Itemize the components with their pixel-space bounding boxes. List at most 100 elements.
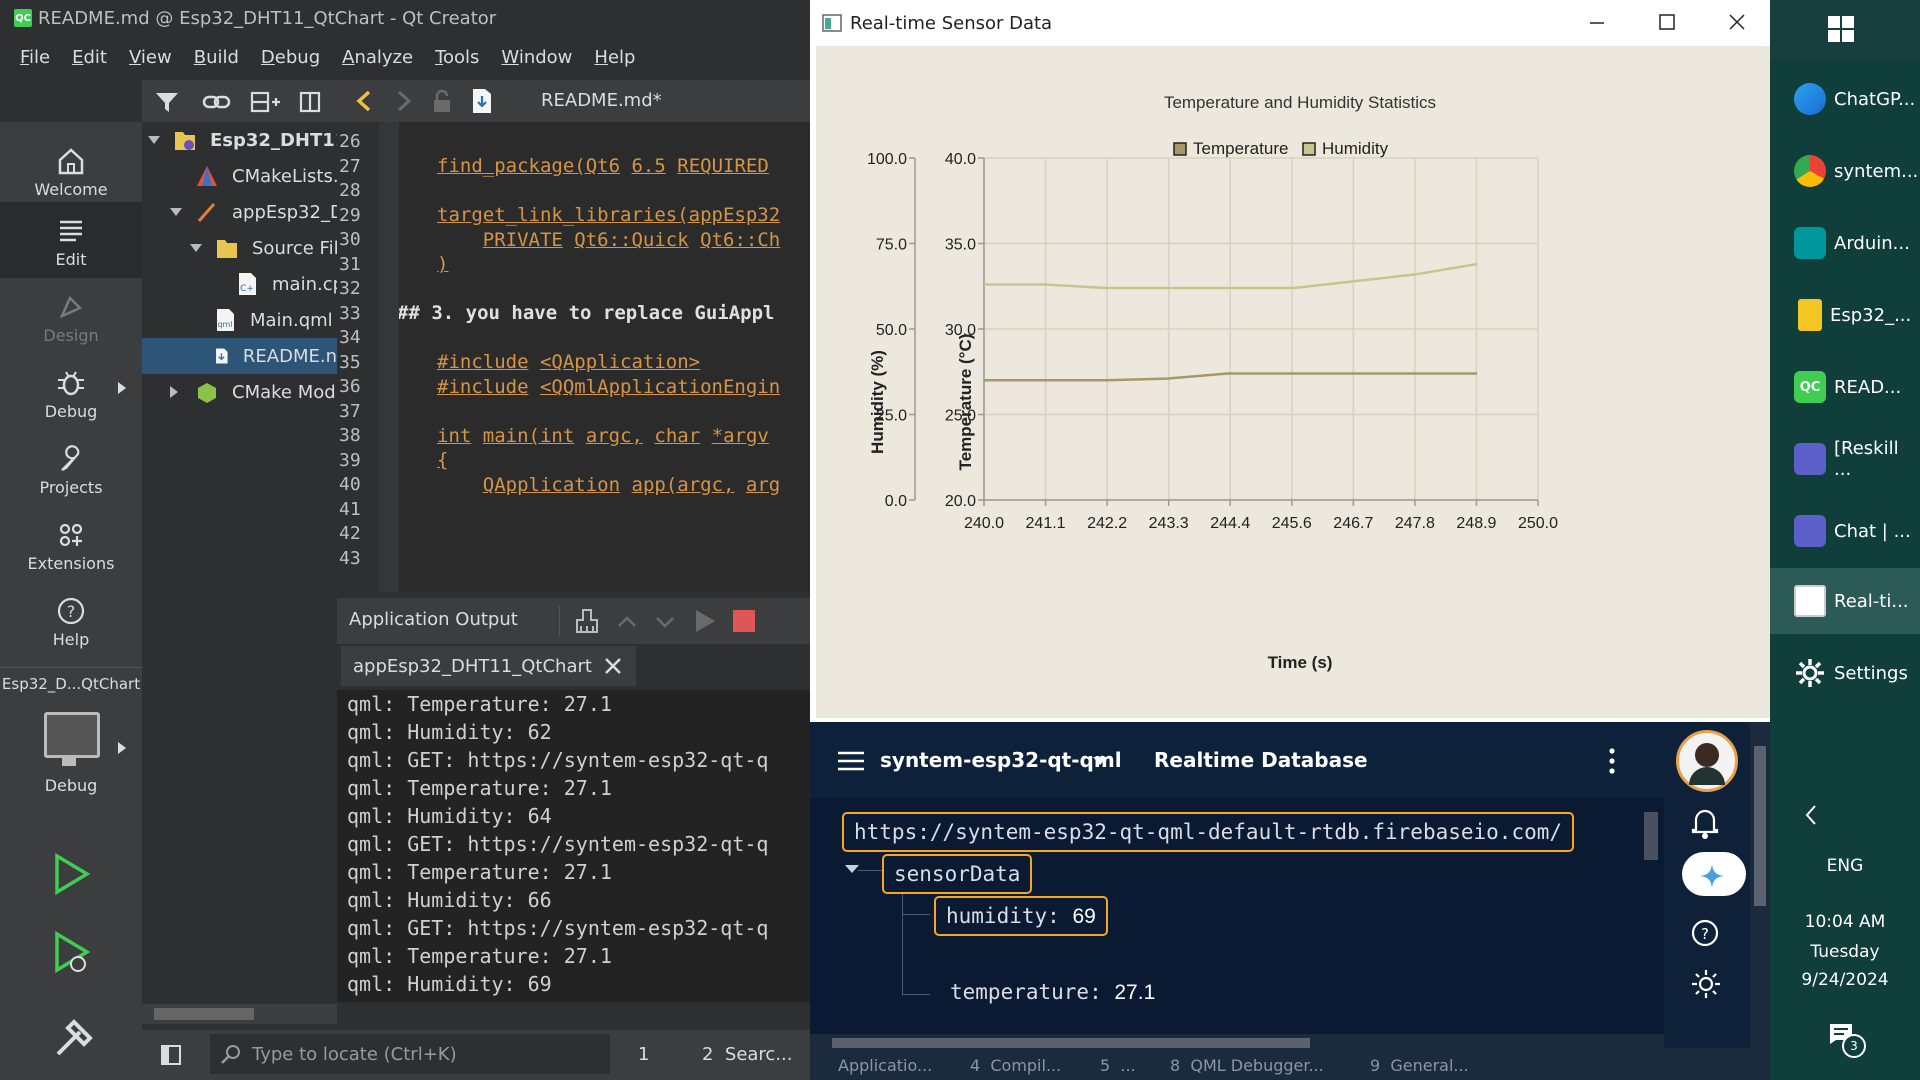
mode-projects[interactable]: Projects: [0, 430, 142, 506]
open-file-name[interactable]: README.md*: [541, 90, 662, 111]
chevron-down-icon[interactable]: [653, 610, 677, 632]
mode-edit[interactable]: Edit: [0, 202, 142, 278]
pane-tab[interactable]: 9 General...: [1370, 1056, 1469, 1075]
pane-tab[interactable]: 5 ...: [1100, 1056, 1136, 1075]
clock-date[interactable]: 9/24/2024: [1770, 970, 1920, 990]
chevron-up-icon[interactable]: [615, 610, 639, 632]
stop-icon[interactable]: [733, 610, 755, 632]
mode-welcome[interactable]: Welcome: [0, 132, 142, 208]
close-sidebar-icon[interactable]: [298, 90, 322, 114]
db-field-humidity[interactable]: humidity: 69: [934, 896, 1108, 936]
taskbar-item-teams-chat[interactable]: Chat | ...: [1770, 498, 1920, 564]
build-hammer-icon[interactable]: [50, 1012, 100, 1062]
gemini-assist-button[interactable]: [1682, 852, 1746, 896]
menu-debug[interactable]: Debug: [261, 47, 320, 68]
expand-arrow-icon[interactable]: [170, 386, 178, 398]
run-icon[interactable]: [52, 852, 92, 896]
mode-debug[interactable]: Debug: [0, 354, 142, 430]
taskbar-item-realtime[interactable]: Real-ti...: [1770, 568, 1920, 634]
tree-horizontal-scrollbar[interactable]: [142, 1004, 337, 1024]
taskbar-item-chatgpt[interactable]: ChatGP...: [1770, 66, 1920, 132]
page-vertical-scrollbar[interactable]: [1750, 722, 1770, 1080]
tree-item-target[interactable]: appEsp32_DI: [170, 194, 337, 230]
tree-project-root[interactable]: Esp32_DHT11_: [148, 122, 337, 158]
taskbar-item-teams-reskill[interactable]: [Reskill ...: [1770, 426, 1920, 492]
notifications-bell-icon[interactable]: [1690, 806, 1720, 840]
dropdown-arrow-icon[interactable]: [1092, 756, 1108, 766]
language-indicator[interactable]: ENG: [1770, 856, 1920, 876]
application-output[interactable]: qml: Temperature: 27.1 qml: Humidity: 62…: [337, 690, 810, 1002]
menu-analyze[interactable]: Analyze: [342, 47, 413, 68]
taskbar-item-settings[interactable]: Settings: [1770, 640, 1920, 706]
mode-help[interactable]: ? Help: [0, 582, 142, 658]
pane-tab[interactable]: 8 QML Debugger...: [1170, 1056, 1324, 1075]
minimize-icon[interactable]: [1588, 14, 1606, 32]
mode-design[interactable]: Design: [0, 278, 142, 354]
collapse-arrow-icon[interactable]: [190, 244, 202, 252]
taskbar-item-explorer[interactable]: Esp32_...: [1770, 282, 1920, 348]
tree-item-main-qml[interactable]: qml Main.qml: [214, 302, 333, 338]
notification-center-button[interactable]: 3: [1828, 1022, 1866, 1058]
pane-tab[interactable]: 4 Compil...: [970, 1056, 1061, 1075]
target-project-label[interactable]: Esp32_D...QtChart: [0, 675, 142, 693]
collapse-arrow-icon[interactable]: [844, 864, 860, 874]
back-arrow-icon[interactable]: [351, 88, 377, 114]
output-tab-app[interactable]: appEsp32_DHT11_QtChart: [341, 646, 636, 686]
kit-expand-icon[interactable]: [118, 742, 126, 754]
clock-day[interactable]: Tuesday: [1770, 942, 1920, 962]
avatar[interactable]: [1676, 730, 1738, 792]
tree-item-main-cpp[interactable]: C+ main.cp: [236, 266, 337, 302]
output-pane-button-2[interactable]: 2 Searc...: [702, 1044, 793, 1065]
chevron-left-icon[interactable]: [1804, 804, 1818, 826]
db-vertical-scrollbar[interactable]: [1642, 804, 1660, 1044]
locator-input[interactable]: Type to locate (Ctrl+K): [210, 1034, 610, 1074]
clock-time[interactable]: 10:04 AM: [1770, 912, 1920, 932]
menu-window[interactable]: Window: [501, 47, 572, 68]
debug-expand-icon[interactable]: [118, 382, 126, 394]
close-icon[interactable]: [1728, 13, 1746, 31]
maximize-icon[interactable]: [1658, 13, 1676, 31]
monitor-icon[interactable]: [44, 712, 100, 758]
clear-output-icon[interactable]: [573, 608, 601, 636]
db-node-sensordata[interactable]: sensorData: [882, 854, 1033, 894]
project-selector[interactable]: syntem-esp32-qt-qml: [880, 748, 1122, 772]
collapse-arrow-icon[interactable]: [170, 208, 182, 216]
forward-arrow-icon[interactable]: [391, 88, 417, 114]
help-circle-icon[interactable]: ?: [1690, 918, 1720, 948]
link-icon[interactable]: [202, 90, 232, 114]
split-add-icon[interactable]: [250, 90, 280, 114]
scrollbar-thumb[interactable]: [1754, 746, 1766, 906]
menu-view[interactable]: View: [129, 47, 172, 68]
menu-file[interactable]: File: [20, 47, 50, 68]
output-pane-button-1[interactable]: 1: [638, 1044, 649, 1065]
taskbar-item-chrome[interactable]: syntem...: [1770, 138, 1920, 204]
tree-item-readme[interactable]: README.n: [142, 338, 337, 374]
db-field-temperature[interactable]: temperature: 27.1: [950, 974, 1155, 1010]
close-icon[interactable]: [602, 655, 624, 677]
scrollbar-thumb[interactable]: [1644, 812, 1658, 860]
taskbar-item-qtcreator[interactable]: QC READ...: [1770, 354, 1920, 420]
mode-extensions[interactable]: Extensions: [0, 506, 142, 582]
tree-item-cmakelists[interactable]: CMakeLists.t: [196, 158, 337, 194]
collapse-arrow-icon[interactable]: [148, 136, 160, 144]
hamburger-menu-icon[interactable]: [836, 750, 866, 772]
lock-icon[interactable]: [429, 88, 455, 114]
db-root-url[interactable]: https://syntem-esp32-qt-qml-default-rtdb…: [842, 812, 1575, 852]
menu-help[interactable]: Help: [594, 47, 635, 68]
menu-tools[interactable]: Tools: [435, 47, 479, 68]
output-horizontal-scrollbar[interactable]: [337, 1002, 810, 1024]
debug-run-icon[interactable]: [52, 930, 96, 978]
menu-edit[interactable]: Edit: [72, 47, 107, 68]
toggle-sidebar-icon[interactable]: [160, 1044, 182, 1066]
filter-icon[interactable]: [154, 90, 180, 114]
pane-tab[interactable]: Applicatio...: [838, 1056, 932, 1075]
scrollbar-thumb[interactable]: [154, 1008, 254, 1020]
rerun-play-icon[interactable]: [693, 608, 717, 634]
code-editor[interactable]: find_package(Qt6 6.5 REQUIRED target_lin…: [379, 122, 810, 592]
taskbar-item-arduino[interactable]: Arduin...: [1770, 210, 1920, 276]
tree-item-source-files[interactable]: Source File: [190, 230, 337, 266]
more-vert-icon[interactable]: [1606, 746, 1618, 776]
menu-build[interactable]: Build: [194, 47, 239, 68]
windows-start-icon[interactable]: [1828, 16, 1854, 42]
tree-item-cmake-modules[interactable]: CMake Modu: [170, 374, 337, 410]
